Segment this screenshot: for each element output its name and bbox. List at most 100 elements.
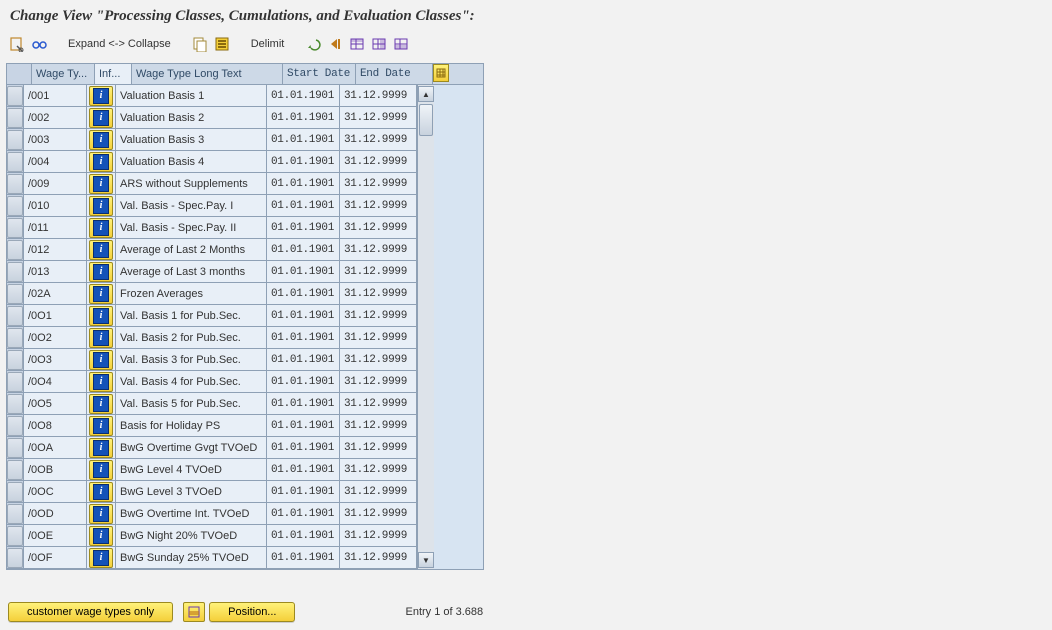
cell-info[interactable]: i <box>87 349 116 370</box>
info-icon[interactable]: i <box>89 504 113 524</box>
cell-info[interactable]: i <box>87 151 116 172</box>
row-selector[interactable] <box>7 437 24 458</box>
table-row[interactable]: /012iAverage of Last 2 Months01.01.19013… <box>7 239 417 261</box>
cell-info[interactable]: i <box>87 459 116 480</box>
row-selector[interactable] <box>7 283 24 304</box>
select-all-icon[interactable] <box>213 35 231 53</box>
cell-info[interactable]: i <box>87 481 116 502</box>
table-row[interactable]: /0O1iVal. Basis 1 for Pub.Sec.01.01.1901… <box>7 305 417 327</box>
position-icon[interactable] <box>183 602 205 622</box>
row-selector[interactable] <box>7 261 24 282</box>
col-select[interactable] <box>7 64 32 84</box>
cell-info[interactable]: i <box>87 327 116 348</box>
info-icon[interactable]: i <box>89 526 113 546</box>
cell-info[interactable]: i <box>87 305 116 326</box>
row-selector[interactable] <box>7 525 24 546</box>
scroll-up-icon[interactable]: ▲ <box>418 86 434 102</box>
info-icon[interactable]: i <box>89 86 113 106</box>
table-row[interactable]: /0O2iVal. Basis 2 for Pub.Sec.01.01.1901… <box>7 327 417 349</box>
col-long-text[interactable]: Wage Type Long Text <box>132 64 283 84</box>
customer-wage-types-button[interactable]: customer wage types only <box>8 602 173 622</box>
cell-info[interactable]: i <box>87 393 116 414</box>
scroll-down-icon[interactable]: ▼ <box>418 552 434 568</box>
info-icon[interactable]: i <box>89 174 113 194</box>
row-selector[interactable] <box>7 173 24 194</box>
glasses-icon[interactable] <box>30 35 48 53</box>
cell-info[interactable]: i <box>87 173 116 194</box>
cell-info[interactable]: i <box>87 437 116 458</box>
prev-variant-icon[interactable] <box>326 35 344 53</box>
info-icon[interactable]: i <box>89 262 113 282</box>
table-row[interactable]: /009iARS without Supplements01.01.190131… <box>7 173 417 195</box>
info-icon[interactable]: i <box>89 416 113 436</box>
cell-info[interactable]: i <box>87 283 116 304</box>
row-selector[interactable] <box>7 217 24 238</box>
info-icon[interactable]: i <box>89 196 113 216</box>
position-button[interactable]: Position... <box>209 602 295 622</box>
row-selector[interactable] <box>7 151 24 172</box>
row-selector[interactable] <box>7 393 24 414</box>
undo-icon[interactable] <box>304 35 322 53</box>
table-row[interactable]: /004iValuation Basis 401.01.190131.12.99… <box>7 151 417 173</box>
table-row[interactable]: /0O8iBasis for Holiday PS01.01.190131.12… <box>7 415 417 437</box>
table-row[interactable]: /0OEiBwG Night 20% TVOeD01.01.190131.12.… <box>7 525 417 547</box>
table-row[interactable]: /0OCiBwG Level 3 TVOeD01.01.190131.12.99… <box>7 481 417 503</box>
cell-info[interactable]: i <box>87 525 116 546</box>
row-selector[interactable] <box>7 129 24 150</box>
col-end-date[interactable]: End Date <box>356 64 433 84</box>
info-icon[interactable]: i <box>89 438 113 458</box>
row-selector[interactable] <box>7 415 24 436</box>
table-settings-icon[interactable] <box>348 35 366 53</box>
info-icon[interactable]: i <box>89 482 113 502</box>
table-row[interactable]: /0OBiBwG Level 4 TVOeD01.01.190131.12.99… <box>7 459 417 481</box>
table-row[interactable]: /003iValuation Basis 301.01.190131.12.99… <box>7 129 417 151</box>
cell-info[interactable]: i <box>87 239 116 260</box>
info-icon[interactable]: i <box>89 460 113 480</box>
info-icon[interactable]: i <box>89 152 113 172</box>
copy-icon[interactable] <box>191 35 209 53</box>
cell-info[interactable]: i <box>87 503 116 524</box>
info-icon[interactable]: i <box>89 108 113 128</box>
info-icon[interactable]: i <box>89 240 113 260</box>
table-row[interactable]: /0ODiBwG Overtime Int. TVOeD01.01.190131… <box>7 503 417 525</box>
info-icon[interactable]: i <box>89 350 113 370</box>
row-selector[interactable] <box>7 107 24 128</box>
col-info[interactable]: Inf... <box>95 64 132 84</box>
row-selector[interactable] <box>7 371 24 392</box>
table-row[interactable]: /0O5iVal. Basis 5 for Pub.Sec.01.01.1901… <box>7 393 417 415</box>
row-selector[interactable] <box>7 349 24 370</box>
cell-info[interactable]: i <box>87 107 116 128</box>
row-selector[interactable] <box>7 503 24 524</box>
cell-info[interactable]: i <box>87 85 116 106</box>
delimit-button[interactable]: Delimit <box>251 38 285 50</box>
info-icon[interactable]: i <box>89 548 113 568</box>
configure-columns-icon[interactable] <box>433 64 449 82</box>
cell-info[interactable]: i <box>87 547 116 568</box>
table-row[interactable]: /0O4iVal. Basis 4 for Pub.Sec.01.01.1901… <box>7 371 417 393</box>
row-selector[interactable] <box>7 85 24 106</box>
row-selector[interactable] <box>7 459 24 480</box>
expand-collapse-button[interactable]: Expand <-> Collapse <box>68 38 171 50</box>
info-icon[interactable]: i <box>89 284 113 304</box>
col-start-date[interactable]: Start Date <box>283 64 356 84</box>
table-row[interactable]: /0O3iVal. Basis 3 for Pub.Sec.01.01.1901… <box>7 349 417 371</box>
info-icon[interactable]: i <box>89 130 113 150</box>
row-selector[interactable] <box>7 195 24 216</box>
cell-info[interactable]: i <box>87 217 116 238</box>
cell-info[interactable]: i <box>87 415 116 436</box>
table-row[interactable]: /0OAiBwG Overtime Gvgt TVOeD01.01.190131… <box>7 437 417 459</box>
info-icon[interactable]: i <box>89 306 113 326</box>
cell-info[interactable]: i <box>87 195 116 216</box>
row-selector[interactable] <box>7 547 24 568</box>
table-settings2-icon[interactable] <box>370 35 388 53</box>
table-row[interactable]: /0OFiBwG Sunday 25% TVOeD01.01.190131.12… <box>7 547 417 569</box>
table-settings3-icon[interactable] <box>392 35 410 53</box>
row-selector[interactable] <box>7 305 24 326</box>
table-row[interactable]: /013iAverage of Last 3 months01.01.19013… <box>7 261 417 283</box>
info-icon[interactable]: i <box>89 372 113 392</box>
scroll-thumb[interactable] <box>419 104 433 136</box>
row-selector[interactable] <box>7 481 24 502</box>
table-row[interactable]: /011iVal. Basis - Spec.Pay. II01.01.1901… <box>7 217 417 239</box>
vertical-scrollbar[interactable]: ▲ ▼ <box>417 85 434 569</box>
info-icon[interactable]: i <box>89 394 113 414</box>
